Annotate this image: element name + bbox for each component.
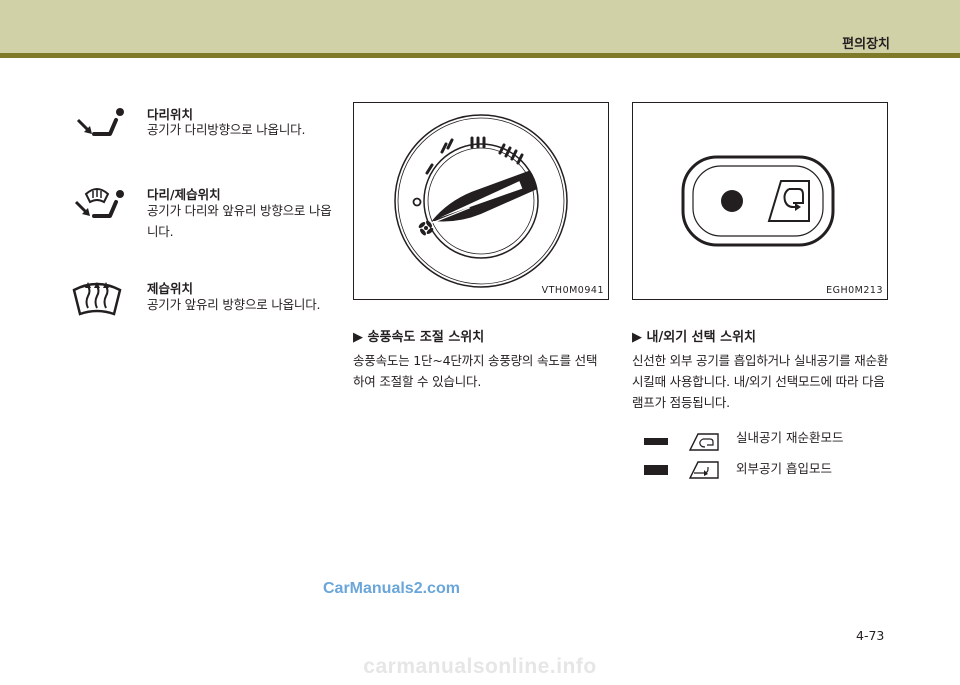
fan-section-body: 송풍속도는 1단~4단까지 송풍량의 속도를 선택하여 조절할 수 있습니다.	[353, 353, 598, 389]
figure-code: EGH0M213	[826, 285, 883, 296]
mode-desc-defrost: 공기가 앞유리 방향으로 나옵니다.	[147, 297, 321, 312]
intake-section-heading: ▶ 내/외기 선택 스위치	[632, 330, 757, 345]
mode-desc-foot: 공기가 다리방향으로 나옵니다.	[147, 122, 306, 137]
foot-vent-icon	[70, 100, 130, 152]
legend-row-fresh	[644, 460, 734, 484]
watermark-link[interactable]: CarManuals2.com	[323, 580, 460, 598]
intake-section-body: 신선한 외부 공기를 흡입하거나 실내공기를 재순환시킬때 사용합니다. 내/외…	[632, 353, 889, 410]
fan-knob-illustration	[394, 114, 568, 288]
fan-speed-figure: VTH0M0941	[353, 102, 609, 300]
legend-label-recirc: 실내공기 재순환모드	[736, 430, 844, 445]
header-bar	[0, 0, 960, 53]
foot-defrost-icon	[70, 180, 130, 232]
windshield-defrost-icon	[72, 280, 122, 324]
page-number: 4-73	[856, 628, 885, 643]
figure-code: VTH0M0941	[541, 285, 604, 296]
legend-row-recirc	[644, 432, 734, 456]
section-title: 편의장치	[842, 37, 890, 52]
fan-section-heading: ▶ 송풍속도 조절 스위치	[353, 330, 485, 345]
footer-watermark: carmanualsonline.info	[363, 655, 597, 678]
recirculation-figure: EGH0M213	[632, 102, 888, 300]
header-rule	[0, 53, 960, 58]
recirc-switch-illustration	[681, 155, 835, 247]
mode-desc-foot-defrost: 공기가 다리와 앞유리 방향으로 나옵니다.	[147, 203, 332, 239]
legend-label-fresh: 외부공기 흡입모드	[736, 461, 832, 476]
